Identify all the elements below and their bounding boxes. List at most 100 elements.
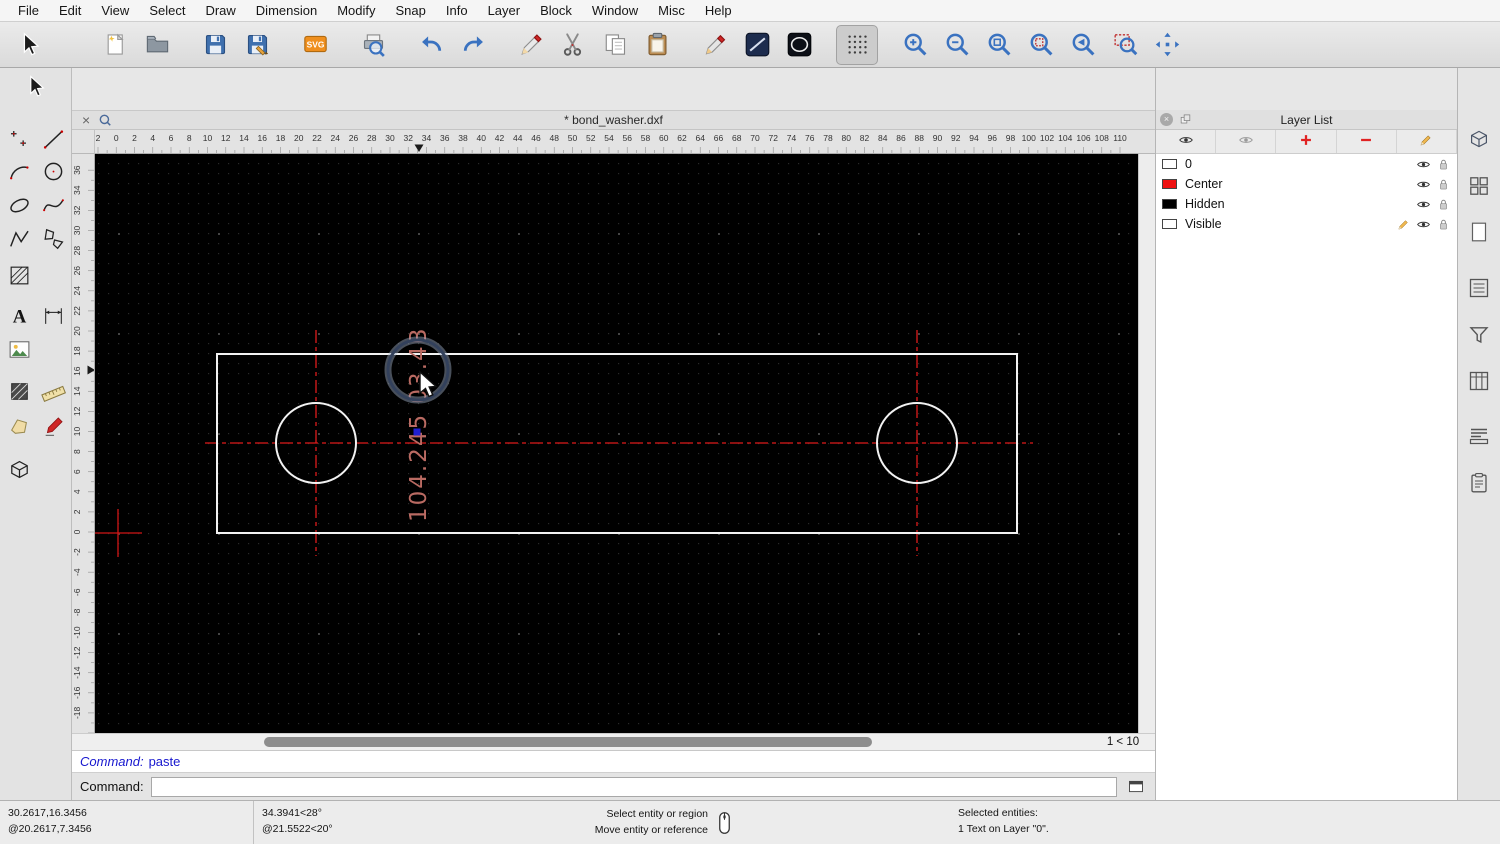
menu-window[interactable]: Window (582, 3, 648, 18)
dock-list-button[interactable] (1462, 272, 1496, 306)
polygon-shapes-icon (41, 226, 66, 254)
vertical-scrollbar[interactable] (1138, 154, 1155, 733)
layer-row-center[interactable]: Center (1156, 174, 1457, 194)
menu-snap[interactable]: Snap (386, 3, 436, 18)
layer-row-0[interactable]: 0 (1156, 154, 1457, 174)
save-button[interactable] (194, 25, 236, 65)
dock-library-button[interactable] (1462, 123, 1496, 157)
toolbar-group (836, 24, 878, 65)
lock-closed-icon[interactable] (1436, 177, 1451, 192)
redo-button[interactable] (452, 25, 494, 65)
modify-layer-button[interactable] (1397, 130, 1458, 153)
zoom-previous-button[interactable] (1062, 25, 1104, 65)
menu-info[interactable]: Info (436, 3, 478, 18)
lock-closed-icon[interactable] (1436, 197, 1451, 212)
remove-layer-button[interactable] (1337, 130, 1397, 153)
horizontal-scrollbar-thumb[interactable] (264, 737, 872, 747)
dimensions-tool[interactable] (36, 301, 70, 333)
horizontal-scrollbar[interactable] (95, 734, 1091, 750)
menu-modify[interactable]: Modify (327, 3, 385, 18)
panel-close-button[interactable]: × (1160, 113, 1173, 126)
menu-misc[interactable]: Misc (648, 3, 695, 18)
eye-open-icon[interactable] (1416, 217, 1431, 232)
eye-open-icon[interactable] (1416, 177, 1431, 192)
menu-dimension[interactable]: Dimension (246, 3, 327, 18)
save-as-floppy-icon (244, 31, 271, 58)
erase-button[interactable] (510, 25, 552, 65)
ellipse-attributes-button[interactable] (778, 25, 820, 65)
print-preview-button[interactable] (352, 25, 394, 65)
circles-tool[interactable] (36, 157, 70, 189)
polylines-tool[interactable] (2, 224, 36, 256)
zoom-window-button[interactable] (1104, 25, 1146, 65)
cut-button[interactable] (552, 25, 594, 65)
panel-float-icon[interactable] (1179, 113, 1192, 126)
dock-columns-button[interactable] (1462, 365, 1496, 399)
ellipses-tool[interactable] (2, 191, 36, 223)
drawing-canvas[interactable]: 104.245 03.4B (94, 154, 1138, 733)
measure-tool[interactable] (36, 377, 70, 409)
menu-select[interactable]: Select (139, 3, 195, 18)
svg-text:0: 0 (114, 133, 119, 143)
zoom-out-button[interactable] (936, 25, 978, 65)
zoom-auto-button[interactable] (978, 25, 1020, 65)
copy-button[interactable] (594, 25, 636, 65)
grid-toggle-button[interactable] (836, 24, 878, 65)
print-preview-icon (360, 31, 387, 58)
export-svg-button[interactable]: SVG (294, 25, 336, 65)
modify-tool[interactable] (2, 412, 36, 444)
pen-attributes-button[interactable] (694, 25, 736, 65)
select-tool[interactable] (19, 72, 53, 104)
menu-edit[interactable]: Edit (49, 3, 91, 18)
solids-tool[interactable] (2, 455, 36, 487)
image-tool[interactable] (2, 335, 36, 367)
menu-layer[interactable]: Layer (478, 3, 531, 18)
ruler-filler (1138, 130, 1155, 154)
lines-tool[interactable] (36, 125, 70, 157)
new-drawing-button[interactable] (94, 25, 136, 65)
dock-blocks-button[interactable] (1462, 170, 1496, 204)
pencil-edit-icon[interactable] (1396, 217, 1411, 232)
paste-button[interactable] (636, 25, 678, 65)
hide-all-layers-button[interactable] (1216, 130, 1277, 153)
svg-text:2: 2 (132, 133, 137, 143)
menu-help[interactable]: Help (695, 3, 742, 18)
zoom-pan-button[interactable] (1146, 25, 1188, 65)
dock-command-button[interactable] (1462, 419, 1496, 453)
menu-view[interactable]: View (91, 3, 139, 18)
svg-text:36: 36 (72, 165, 82, 175)
ellipse-attr-icon (786, 31, 813, 58)
show-all-layers-button[interactable] (1156, 130, 1217, 153)
zoom-selected-button[interactable] (1020, 25, 1062, 65)
dock-page-button[interactable] (1462, 216, 1496, 250)
menu-block[interactable]: Block (530, 3, 582, 18)
select-pointer-button[interactable] (8, 25, 50, 65)
hatch-tool[interactable] (2, 261, 36, 293)
command-input[interactable] (150, 776, 1117, 797)
splines-tool[interactable] (36, 191, 70, 223)
line-attributes-button[interactable] (736, 25, 778, 65)
layer-row-visible[interactable]: Visible (1156, 214, 1457, 234)
eye-open-icon[interactable] (1416, 157, 1431, 172)
lock-closed-icon[interactable] (1436, 157, 1451, 172)
points-tool[interactable] (2, 125, 36, 157)
zoom-in-button[interactable] (894, 25, 936, 65)
pattern-tool[interactable] (2, 377, 36, 409)
undo-button[interactable] (410, 25, 452, 65)
dock-clipboard-button[interactable] (1462, 467, 1496, 501)
eye-open-icon[interactable] (1416, 197, 1431, 212)
add-layer-button[interactable] (1276, 130, 1337, 153)
open-drawing-button[interactable] (136, 25, 178, 65)
save-as-button[interactable] (236, 25, 278, 65)
document-close-button[interactable]: × (78, 113, 94, 127)
snap-tool[interactable] (36, 412, 70, 444)
polygons-tool[interactable] (36, 224, 70, 256)
menu-draw[interactable]: Draw (195, 3, 245, 18)
menu-file[interactable]: File (8, 3, 49, 18)
command-dock-button[interactable] (1125, 778, 1147, 796)
dock-filter-button[interactable] (1462, 319, 1496, 353)
layer-row-hidden[interactable]: Hidden (1156, 194, 1457, 214)
lock-closed-icon[interactable] (1436, 217, 1451, 232)
arcs-tool[interactable] (2, 157, 36, 189)
text-tool[interactable]: A (2, 301, 36, 333)
